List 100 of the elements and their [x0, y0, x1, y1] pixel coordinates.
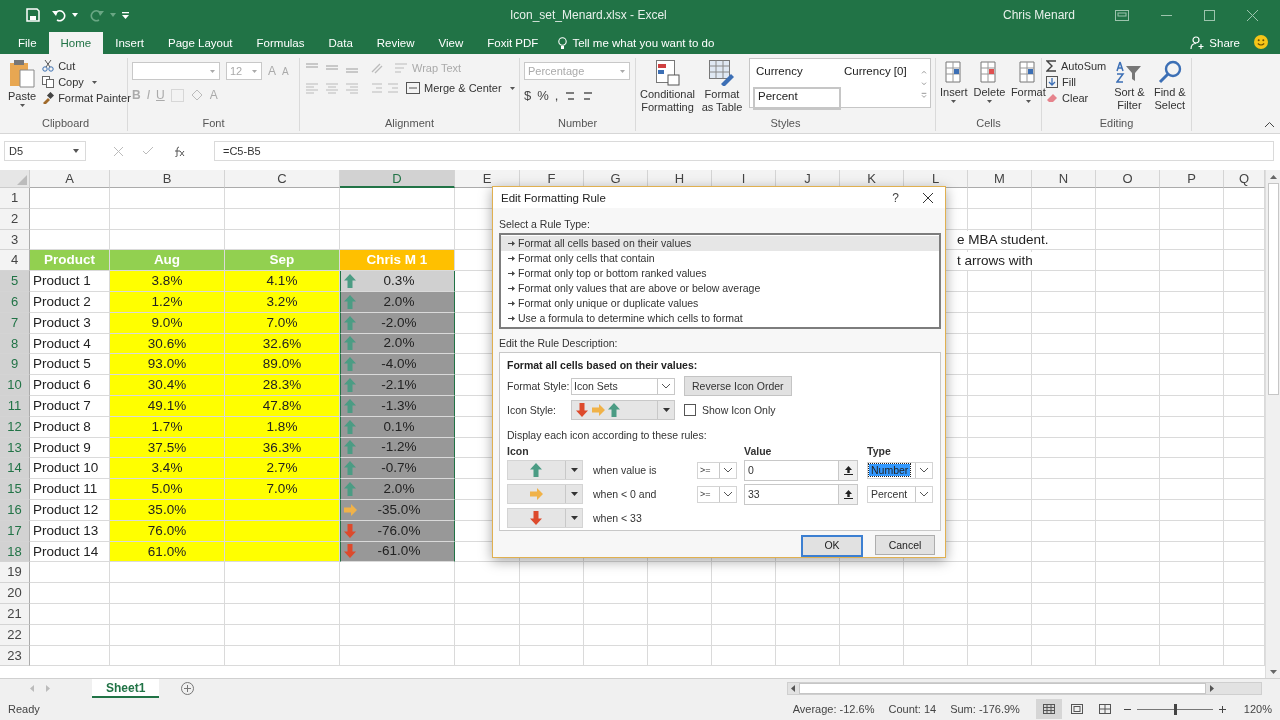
ribbon-tab[interactable]: File: [6, 32, 49, 54]
row-header[interactable]: 10: [0, 375, 30, 396]
row-header[interactable]: 21: [0, 603, 30, 625]
row-header[interactable]: 22: [0, 624, 30, 646]
redo-icon[interactable]: [90, 8, 104, 22]
row-header[interactable]: 18: [0, 541, 30, 563]
conditional-formatting-button[interactable]: Conditional Formatting: [640, 58, 696, 117]
ribbon-tab[interactable]: Data: [316, 32, 365, 54]
format-painter-button[interactable]: Format Painter: [42, 92, 131, 104]
rule-type-item[interactable]: Format only values that are above or below average: [501, 281, 939, 296]
row-header[interactable]: 23: [0, 645, 30, 667]
column-header[interactable]: Q: [1224, 170, 1265, 188]
collapse-ribbon-icon[interactable]: [1265, 122, 1274, 127]
help-button[interactable]: ?: [892, 190, 899, 205]
row-header[interactable]: 16: [0, 499, 30, 521]
zoom-level[interactable]: 120%: [1243, 703, 1272, 715]
operator-dropdown[interactable]: >=: [697, 485, 737, 503]
collapse-dialog-icon[interactable]: [843, 489, 853, 499]
scroll-down-icon[interactable]: [1269, 670, 1277, 674]
operator-dropdown[interactable]: >=: [697, 461, 737, 479]
find-select-button[interactable]: Find & Select: [1152, 58, 1187, 117]
icon-dropdown[interactable]: [507, 460, 583, 480]
column-header[interactable]: L: [904, 170, 968, 188]
name-box[interactable]: D5: [4, 141, 86, 161]
row-header[interactable]: 11: [0, 395, 30, 417]
ribbon-tab[interactable]: Home: [48, 32, 104, 54]
row-header[interactable]: 19: [0, 562, 30, 584]
cut-button[interactable]: Cut: [42, 60, 131, 72]
undo-icon[interactable]: [52, 8, 66, 22]
paste-button[interactable]: Paste: [8, 58, 37, 117]
column-header[interactable]: N: [1032, 170, 1096, 188]
checkbox[interactable]: [684, 404, 696, 416]
user-name[interactable]: Chris Menard: [1002, 8, 1075, 22]
formula-field[interactable]: =C5-B5: [214, 141, 1274, 161]
column-header[interactable]: D: [340, 170, 455, 188]
insert-function-icon[interactable]: [173, 145, 185, 157]
ribbon-tab[interactable]: View: [426, 32, 476, 54]
column-header[interactable]: P: [1160, 170, 1224, 188]
cell-style-item[interactable]: Currency [0]: [841, 62, 921, 81]
format-style-dropdown[interactable]: Icon Sets: [571, 377, 675, 395]
horizontal-scrollbar[interactable]: [787, 682, 1262, 695]
value-field[interactable]: 0: [744, 459, 858, 481]
row-header[interactable]: 15: [0, 479, 30, 500]
save-icon[interactable]: [26, 8, 40, 22]
rule-type-item[interactable]: Format all cells based on their values: [501, 236, 939, 251]
ribbon-tab[interactable]: Insert: [103, 32, 156, 54]
row-header[interactable]: 9: [0, 354, 30, 376]
row-header[interactable]: 7: [0, 312, 30, 334]
column-header[interactable]: O: [1096, 170, 1160, 188]
rule-type-item[interactable]: Format only cells that contain: [501, 251, 939, 266]
add-sheet-icon[interactable]: [181, 682, 195, 695]
ribbon-tab[interactable]: Review: [364, 32, 427, 54]
fill-button[interactable]: Fill: [1046, 76, 1107, 88]
reverse-icon-order-button[interactable]: Reverse Icon Order: [684, 376, 792, 396]
collapse-dialog-icon[interactable]: [843, 465, 853, 475]
scroll-up-icon[interactable]: [1269, 175, 1277, 179]
row-header[interactable]: 5: [0, 271, 30, 292]
icon-style-dropdown[interactable]: [571, 400, 675, 420]
row-header[interactable]: 12: [0, 416, 30, 438]
ribbon-display-icon[interactable]: [1115, 9, 1129, 21]
next-sheet-icon[interactable]: [46, 685, 50, 692]
cancel-button[interactable]: Cancel: [875, 535, 935, 555]
ribbon-tab[interactable]: Formulas: [244, 32, 317, 54]
scroll-left-icon[interactable]: [791, 685, 795, 692]
rule-type-item[interactable]: Format only unique or duplicate values: [501, 296, 939, 311]
caret-icon[interactable]: [72, 13, 78, 17]
zoom-in-icon[interactable]: [1218, 705, 1226, 713]
cell-style-item[interactable]: Currency: [753, 62, 841, 81]
ribbon-tab[interactable]: Page Layout: [156, 32, 245, 54]
type-dropdown[interactable]: Percent: [867, 485, 933, 503]
smiley-icon[interactable]: [1254, 35, 1268, 49]
row-header[interactable]: 3: [0, 229, 30, 251]
column-header[interactable]: C: [225, 170, 340, 188]
rule-type-item[interactable]: Format only top or bottom ranked values: [501, 266, 939, 281]
sort-filter-button[interactable]: Sort & Filter: [1112, 58, 1147, 117]
type-dropdown[interactable]: Number: [867, 461, 933, 479]
icon-dropdown[interactable]: [507, 508, 583, 528]
cell-style-item[interactable]: Percent: [753, 87, 841, 110]
row-header[interactable]: 14: [0, 458, 30, 480]
row-header[interactable]: 1: [0, 188, 30, 209]
format-as-table-button[interactable]: Format as Table: [701, 58, 743, 117]
scroll-right-icon[interactable]: [1210, 685, 1214, 692]
vertical-scrollbar[interactable]: [1265, 170, 1280, 678]
normal-view-button[interactable]: [1035, 699, 1062, 719]
column-header[interactable]: E: [455, 170, 520, 188]
row-header[interactable]: 4: [0, 250, 30, 272]
cells-button[interactable]: Insert: [940, 58, 968, 117]
row-header[interactable]: 17: [0, 520, 30, 542]
row-header[interactable]: 2: [0, 208, 30, 230]
cells-button[interactable]: Format: [1011, 58, 1046, 117]
copy-button[interactable]: Copy: [42, 76, 131, 88]
cells-button[interactable]: Delete: [973, 58, 1006, 117]
tell-me-field[interactable]: Tell me what you want to do: [572, 37, 793, 49]
row-header[interactable]: 13: [0, 437, 30, 459]
clear-button[interactable]: Clear: [1046, 92, 1107, 104]
zoom-slider-thumb[interactable]: [1173, 703, 1177, 715]
close-icon[interactable]: [923, 192, 933, 203]
row-header[interactable]: 6: [0, 292, 30, 313]
sheet-tab[interactable]: Sheet1: [92, 679, 160, 698]
ok-button[interactable]: OK: [801, 535, 863, 557]
